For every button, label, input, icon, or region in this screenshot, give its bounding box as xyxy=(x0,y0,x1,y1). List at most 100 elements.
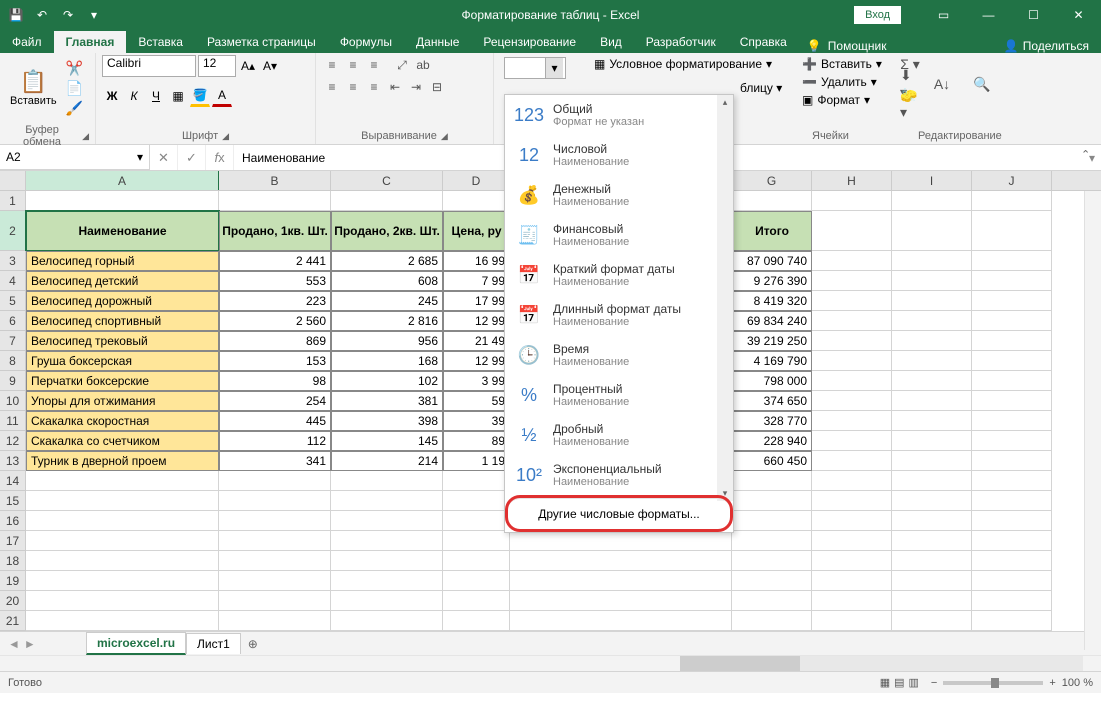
align-top-icon[interactable]: ≡ xyxy=(322,55,342,75)
collapse-ribbon-icon[interactable]: ⌃ xyxy=(1081,148,1095,162)
copy-icon[interactable]: 📄 xyxy=(65,79,85,97)
tab-view[interactable]: Вид xyxy=(588,31,634,53)
number-format-option[interactable]: 🕒 ВремяНаименование xyxy=(505,335,733,375)
align-center-icon[interactable]: ≡ xyxy=(343,77,363,97)
col-C[interactable]: C xyxy=(331,171,443,190)
tell-me[interactable]: 💡 Помощник xyxy=(807,39,887,53)
row-header[interactable]: 12 xyxy=(0,431,26,451)
number-format-option[interactable]: 💰 ДенежныйНаименование xyxy=(505,175,733,215)
zoom-slider[interactable] xyxy=(943,681,1043,685)
insert-function-icon[interactable]: fx xyxy=(206,145,234,170)
cancel-formula-icon[interactable]: ✕ xyxy=(150,145,178,170)
paste-button[interactable]: 📋 Вставить xyxy=(6,55,61,121)
increase-font-icon[interactable]: A▴ xyxy=(238,55,258,77)
col-H[interactable]: H xyxy=(812,171,892,190)
close-icon[interactable]: ✕ xyxy=(1056,0,1101,29)
save-icon[interactable]: 💾 xyxy=(4,3,28,27)
share-button[interactable]: 👤 Поделиться xyxy=(1004,39,1089,53)
format-as-table-button[interactable]: блицу ▾ xyxy=(740,81,782,95)
minimize-icon[interactable]: — xyxy=(966,0,1011,29)
chevron-down-icon[interactable]: ▾ xyxy=(137,150,143,164)
dropdown-scrollbar[interactable]: ▴▾ xyxy=(717,95,733,501)
name-box[interactable]: A2▾ xyxy=(0,145,150,170)
new-sheet-icon[interactable]: ⊕ xyxy=(241,637,265,651)
number-format-option[interactable]: ½ ДробныйНаименование xyxy=(505,415,733,455)
row-header[interactable]: 18 xyxy=(0,551,26,571)
conditional-formatting-button[interactable]: ▦ Условное форматирование▾ xyxy=(594,57,772,71)
tab-home[interactable]: Главная xyxy=(54,31,127,53)
sheet-nav-prev-icon[interactable]: ◄ xyxy=(8,637,20,651)
row-header[interactable]: 3 xyxy=(0,251,26,271)
row-header[interactable]: 21 xyxy=(0,611,26,631)
tab-file[interactable]: Файл xyxy=(0,31,54,53)
delete-cells-button[interactable]: ➖Удалить ▾ xyxy=(800,73,880,91)
row-header[interactable]: 11 xyxy=(0,411,26,431)
tab-data[interactable]: Данные xyxy=(404,31,471,53)
row-header[interactable]: 6 xyxy=(0,311,26,331)
align-right-icon[interactable]: ≡ xyxy=(364,77,384,97)
clipboard-dialog-icon[interactable]: ◢ xyxy=(82,131,89,142)
row-header[interactable]: 17 xyxy=(0,531,26,551)
row-header[interactable]: 20 xyxy=(0,591,26,611)
clear-icon[interactable]: 🧽 ▾ xyxy=(900,95,920,113)
sheet-tab-active[interactable]: microexcel.ru xyxy=(86,632,186,655)
row-header[interactable]: 1 xyxy=(0,191,26,211)
font-dialog-icon[interactable]: ◢ xyxy=(222,131,229,142)
zoom-level[interactable]: 100 % xyxy=(1062,677,1093,689)
horizontal-scrollbar[interactable] xyxy=(0,655,1101,671)
row-header[interactable]: 7 xyxy=(0,331,26,351)
fill-color-button[interactable]: 🪣 xyxy=(190,85,210,107)
row-header[interactable]: 8 xyxy=(0,351,26,371)
col-B[interactable]: B xyxy=(219,171,331,190)
align-middle-icon[interactable]: ≡ xyxy=(343,55,363,75)
col-D[interactable]: D xyxy=(443,171,510,190)
chevron-down-icon[interactable]: ▾ xyxy=(545,58,563,78)
increase-indent-icon[interactable]: ⇥ xyxy=(406,77,426,97)
format-painter-icon[interactable]: 🖌️ xyxy=(65,99,85,117)
row-header[interactable]: 15 xyxy=(0,491,26,511)
ribbon-options-icon[interactable]: ▭ xyxy=(921,0,966,29)
italic-button[interactable]: К xyxy=(124,85,144,107)
page-break-view-icon[interactable]: ▥ xyxy=(909,676,919,689)
col-I[interactable]: I xyxy=(892,171,972,190)
number-format-input[interactable] xyxy=(505,58,545,78)
row-header[interactable]: 13 xyxy=(0,451,26,471)
tab-developer[interactable]: Разработчик xyxy=(634,31,728,53)
font-name-select[interactable]: Calibri xyxy=(102,55,196,77)
number-format-option[interactable]: 12 ЧисловойНаименование xyxy=(505,135,733,175)
qat-custom-icon[interactable]: ▾ xyxy=(82,3,106,27)
more-number-formats-button[interactable]: Другие числовые форматы... xyxy=(508,498,730,529)
row-header[interactable]: 16 xyxy=(0,511,26,531)
align-bottom-icon[interactable]: ≡ xyxy=(364,55,384,75)
font-size-select[interactable]: 12 xyxy=(198,55,236,77)
number-format-option[interactable]: % ПроцентныйНаименование xyxy=(505,375,733,415)
col-J[interactable]: J xyxy=(972,171,1052,190)
undo-icon[interactable]: ↶ xyxy=(30,3,54,27)
col-G[interactable]: G xyxy=(732,171,812,190)
orientation-icon[interactable]: ⤢ xyxy=(392,55,412,75)
sheet-tab-other[interactable]: Лист1 xyxy=(186,633,241,654)
redo-icon[interactable]: ↷ xyxy=(56,3,80,27)
number-format-select[interactable]: ▾ xyxy=(504,57,566,79)
row-header[interactable]: 2 xyxy=(0,211,26,251)
merge-center-icon[interactable]: ⊟ xyxy=(427,77,447,97)
bold-button[interactable]: Ж xyxy=(102,85,122,107)
underline-button[interactable]: Ч xyxy=(146,85,166,107)
normal-view-icon[interactable]: ▦ xyxy=(880,676,890,689)
tab-insert[interactable]: Вставка xyxy=(126,31,195,53)
number-format-option[interactable]: 🧾 ФинансовыйНаименование xyxy=(505,215,733,255)
align-left-icon[interactable]: ≡ xyxy=(322,77,342,97)
font-color-button[interactable]: A xyxy=(212,85,232,107)
select-all-corner[interactable] xyxy=(0,171,26,190)
row-header[interactable]: 14 xyxy=(0,471,26,491)
sheet-nav-next-icon[interactable]: ► xyxy=(24,637,36,651)
decrease-indent-icon[interactable]: ⇤ xyxy=(385,77,405,97)
tab-layout[interactable]: Разметка страницы xyxy=(195,31,328,53)
border-button[interactable]: ▦ xyxy=(168,85,188,107)
zoom-out-icon[interactable]: − xyxy=(931,677,937,689)
row-header[interactable]: 4 xyxy=(0,271,26,291)
decrease-font-icon[interactable]: A▾ xyxy=(260,55,280,77)
format-cells-button[interactable]: ▣Формат ▾ xyxy=(800,91,880,109)
row-header[interactable]: 9 xyxy=(0,371,26,391)
login-button[interactable]: Вход xyxy=(854,6,901,24)
